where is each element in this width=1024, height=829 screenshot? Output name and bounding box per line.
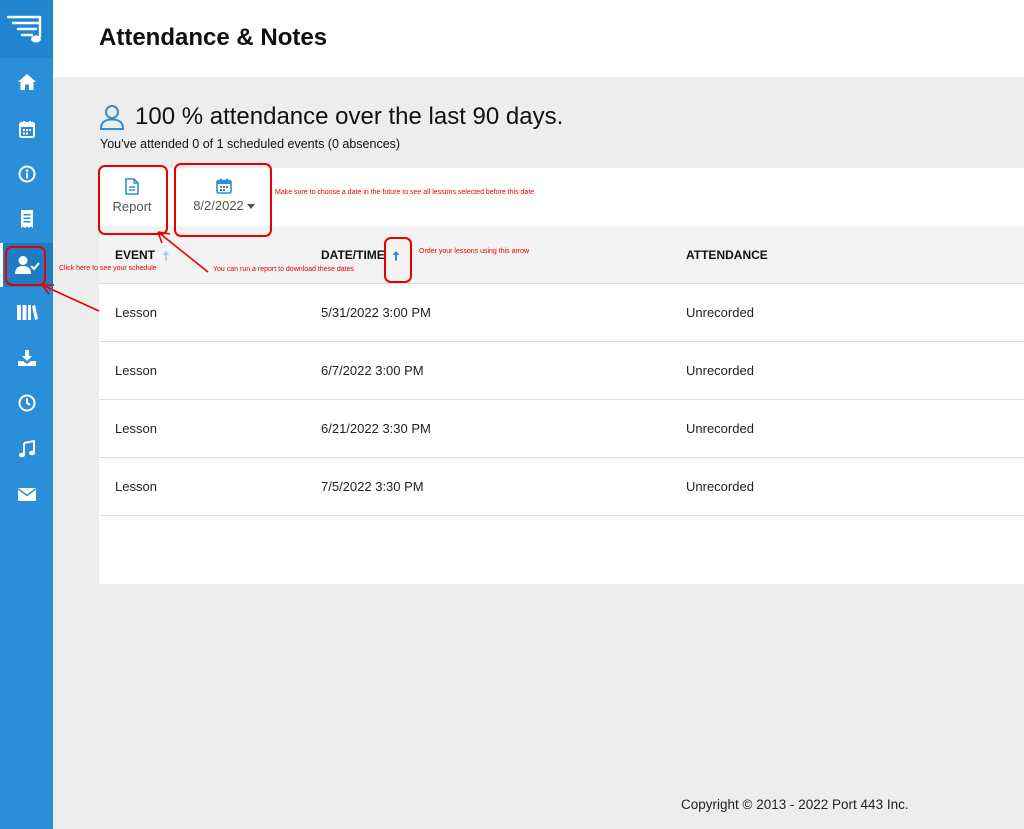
footer-copyright: Copyright © 2013 - 2022 Port 443 Inc.: [681, 797, 909, 812]
arrow-to-report: [157, 231, 209, 273]
arrow-to-attendance-nav: [41, 284, 100, 312]
annotation-arrows: [41, 231, 209, 312]
